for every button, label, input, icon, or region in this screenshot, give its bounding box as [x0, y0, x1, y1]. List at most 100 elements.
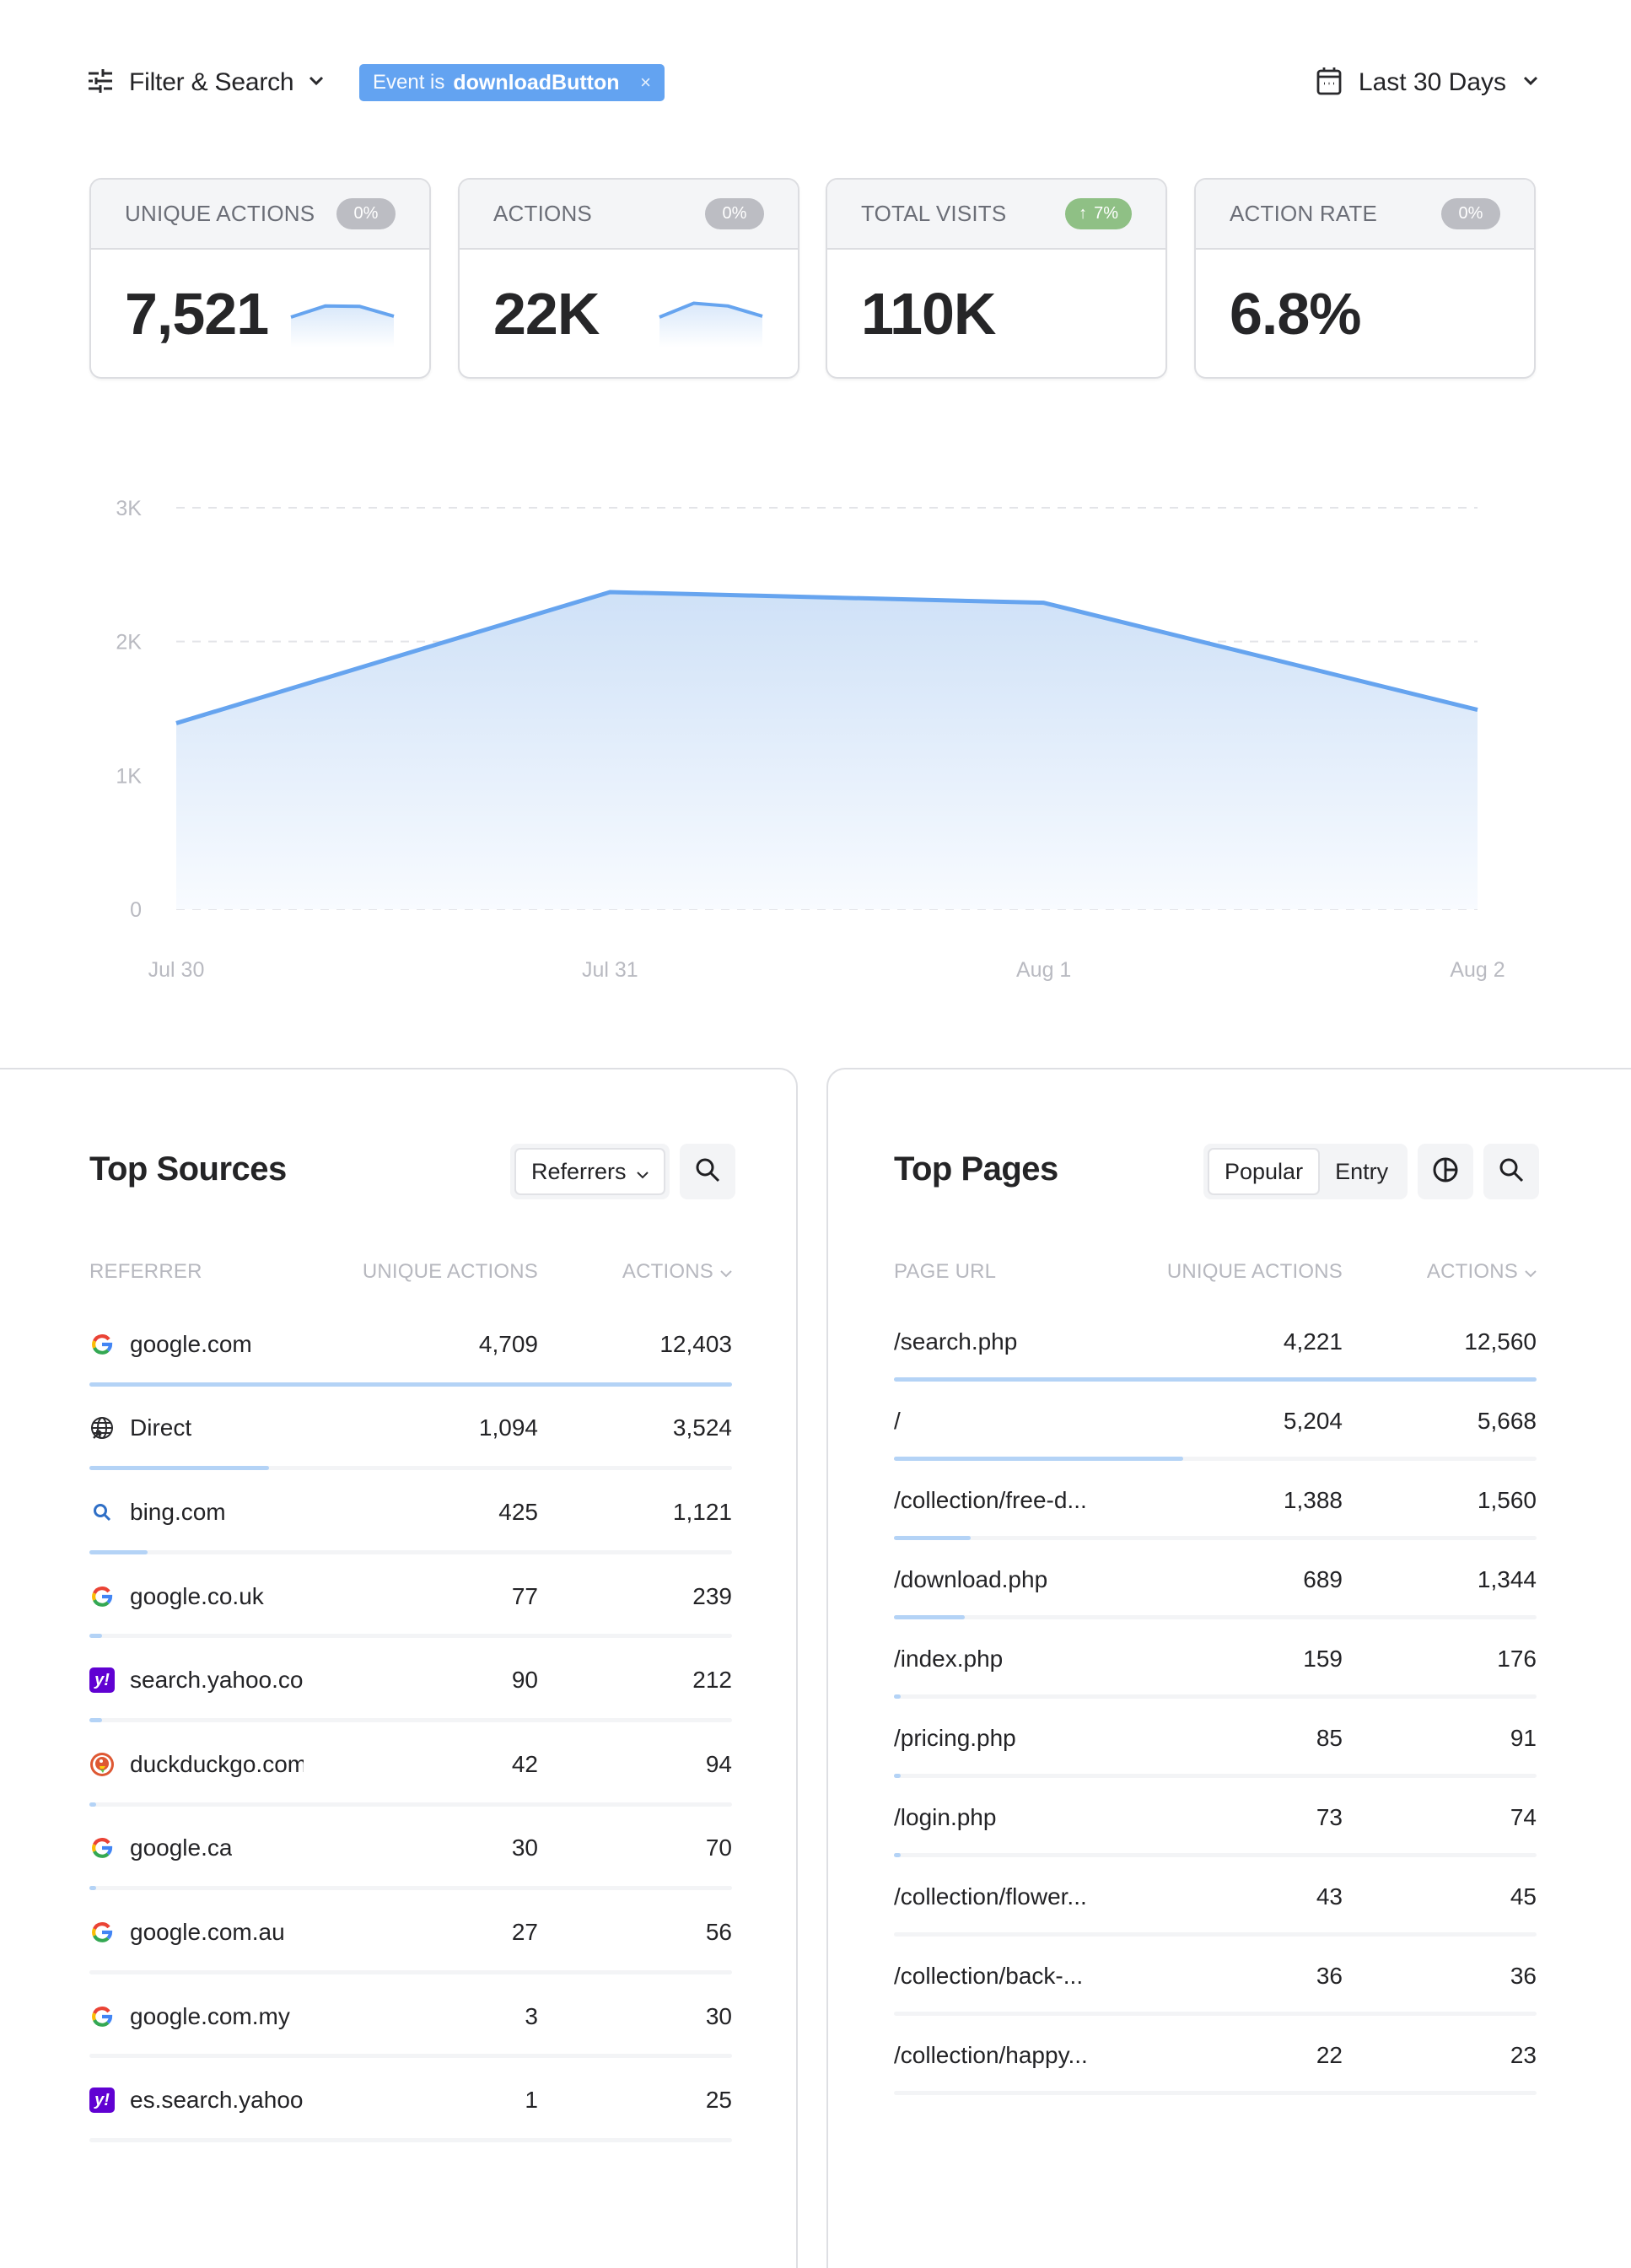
- referrers-select-wrap: Referrers: [510, 1144, 670, 1199]
- table-row[interactable]: /index.php 159 176: [894, 1619, 1537, 1699]
- metric-title: UNIQUE ACTIONS: [125, 201, 315, 226]
- page-url[interactable]: /collection/back-...: [894, 1963, 1083, 1990]
- page-url[interactable]: /: [894, 1408, 901, 1435]
- data-point-aug-1[interactable]: [1036, 595, 1052, 611]
- metric-card-header: TOTAL VISITS ↑ 7%: [827, 180, 1165, 250]
- panel-fade: [828, 2150, 1631, 2268]
- filter-search-button[interactable]: Filter & Search: [87, 64, 324, 101]
- page-url[interactable]: /download.php: [894, 1566, 1047, 1593]
- unique-actions-value: 159: [1303, 1646, 1343, 1672]
- actions-value: 45: [1510, 1883, 1537, 1910]
- row-label-cell: /search.php: [894, 1328, 1123, 1355]
- page-url[interactable]: /pricing.php: [894, 1725, 1016, 1752]
- page-url[interactable]: /collection/flower...: [894, 1883, 1087, 1910]
- referrer-name[interactable]: Direct: [130, 1414, 191, 1441]
- table-row[interactable]: / 5,204 5,668: [894, 1382, 1537, 1461]
- table-row[interactable]: y! es.search.yahoo.com 1 25: [89, 2058, 732, 2142]
- change-value: 7%: [1094, 204, 1118, 223]
- page-url[interactable]: /collection/free-d...: [894, 1487, 1087, 1514]
- col-unique-actions[interactable]: UNIQUE ACTIONS: [1123, 1260, 1343, 1284]
- unique-actions-value: 4,221: [1283, 1328, 1343, 1355]
- referrers-select[interactable]: Referrers: [514, 1148, 665, 1195]
- top-sources-title: Top Sources: [89, 1150, 287, 1188]
- col-unique-actions[interactable]: UNIQUE ACTIONS: [319, 1260, 538, 1284]
- x-tick-label: Jul 30: [148, 958, 205, 982]
- yahoo-icon: y!: [89, 2088, 115, 2114]
- search-icon: [695, 1157, 720, 1187]
- data-point-jul-31[interactable]: [601, 584, 618, 601]
- col-actions[interactable]: ACTIONS: [1343, 1260, 1537, 1284]
- data-point-aug-2[interactable]: [1469, 702, 1486, 719]
- close-icon[interactable]: ×: [640, 72, 651, 94]
- table-row[interactable]: duckduckgo.com 42 94: [89, 1722, 732, 1807]
- google-icon: [89, 1920, 115, 1945]
- referrer-name[interactable]: google.com.au: [130, 1919, 285, 1946]
- metric-card-body: 110K: [827, 250, 1165, 377]
- table-row[interactable]: google.ca 30 70: [89, 1807, 732, 1891]
- table-row[interactable]: /collection/back-... 36 36: [894, 1937, 1537, 2016]
- table-row[interactable]: google.com.au 27 56: [89, 1890, 732, 1974]
- unique-actions-value: 1,388: [1283, 1487, 1343, 1513]
- unique-actions-value: 42: [511, 1750, 538, 1777]
- table-row[interactable]: /collection/free-d... 1,388 1,560: [894, 1461, 1537, 1540]
- col-actions[interactable]: ACTIONS: [538, 1260, 732, 1284]
- referrer-name[interactable]: search.yahoo.com: [130, 1667, 304, 1694]
- metric-card-body: 6.8%: [1196, 250, 1534, 377]
- arrow-up-icon: ↑: [1079, 204, 1088, 223]
- table-row[interactable]: Direct 1,094 3,524: [89, 1387, 732, 1471]
- unique-actions-value: 77: [511, 1582, 538, 1609]
- google-icon: [89, 1332, 115, 1357]
- page-url[interactable]: /login.php: [894, 1804, 996, 1831]
- referrer-name[interactable]: bing.com: [130, 1499, 226, 1526]
- referrer-name[interactable]: google.ca: [130, 1834, 232, 1861]
- sort-chevron-icon: [720, 1260, 732, 1284]
- data-point-jul-30[interactable]: [168, 714, 185, 731]
- referrer-name[interactable]: es.search.yahoo.com: [130, 2087, 304, 2114]
- metric-title: TOTAL VISITS: [861, 201, 1007, 226]
- row-label-cell: google.com.au: [89, 1919, 319, 1946]
- table-row[interactable]: /collection/happy... 22 23: [894, 2016, 1537, 2095]
- yahoo-icon: y!: [89, 1667, 115, 1694]
- table-row[interactable]: y! search.yahoo.com 90 212: [89, 1638, 732, 1722]
- metric-value: 7,521: [125, 280, 269, 347]
- page-url[interactable]: /search.php: [894, 1328, 1017, 1355]
- actions-value: 94: [705, 1750, 732, 1777]
- unique-actions-value: 43: [1316, 1883, 1343, 1910]
- referrer-name[interactable]: google.co.uk: [130, 1583, 264, 1610]
- referrer-name[interactable]: duckduckgo.com: [130, 1751, 304, 1778]
- page-url[interactable]: /collection/happy...: [894, 2042, 1088, 2069]
- referrer-name[interactable]: google.com: [130, 1331, 252, 1358]
- metric-card[interactable]: TOTAL VISITS ↑ 7% 110K: [826, 178, 1167, 379]
- table-row[interactable]: bing.com 425 1,121: [89, 1470, 732, 1554]
- pie-chart-button[interactable]: [1418, 1144, 1474, 1199]
- table-row[interactable]: /collection/flower... 43 45: [894, 1857, 1537, 1937]
- sources-search-button[interactable]: [679, 1144, 735, 1199]
- referrer-name[interactable]: google.com.my: [130, 2003, 290, 2030]
- x-tick-label: Aug 2: [1450, 958, 1505, 982]
- tab-popular[interactable]: Popular: [1208, 1148, 1321, 1195]
- actions-value: 56: [705, 1918, 732, 1945]
- col-page-url[interactable]: PAGE URL: [894, 1260, 1123, 1284]
- table-row[interactable]: /download.php 689 1,344: [894, 1540, 1537, 1619]
- row-label-cell: /collection/free-d...: [894, 1487, 1123, 1514]
- table-row[interactable]: google.com.my 3 30: [89, 1974, 732, 2059]
- active-filter-chip[interactable]: Event is downloadButton ×: [359, 64, 665, 101]
- tab-entry[interactable]: Entry: [1320, 1148, 1403, 1195]
- metric-card[interactable]: ACTION RATE 0% 6.8%: [1194, 178, 1536, 379]
- table-row[interactable]: /search.php 4,221 12,560: [894, 1302, 1537, 1382]
- date-range-button[interactable]: Last 30 Days: [1316, 64, 1538, 101]
- table-row[interactable]: /login.php 73 74: [894, 1778, 1537, 1857]
- pages-search-button[interactable]: [1483, 1144, 1540, 1199]
- row-label-cell: /download.php: [894, 1566, 1123, 1593]
- table-row[interactable]: /pricing.php 85 91: [894, 1699, 1537, 1778]
- actions-value: 212: [692, 1667, 732, 1694]
- actions-value: 239: [692, 1582, 732, 1609]
- metric-card[interactable]: UNIQUE ACTIONS 0% 7,521: [89, 178, 431, 379]
- col-referrer[interactable]: REFERRER: [89, 1260, 319, 1284]
- page-url[interactable]: /index.php: [894, 1646, 1003, 1673]
- change-badge: ↑ 7%: [1065, 198, 1132, 229]
- table-row[interactable]: google.com 4,709 12,403: [89, 1302, 732, 1387]
- row-label-cell: Direct: [89, 1414, 319, 1441]
- metric-card[interactable]: ACTIONS 0% 22K: [458, 178, 799, 379]
- table-row[interactable]: google.co.uk 77 239: [89, 1554, 732, 1639]
